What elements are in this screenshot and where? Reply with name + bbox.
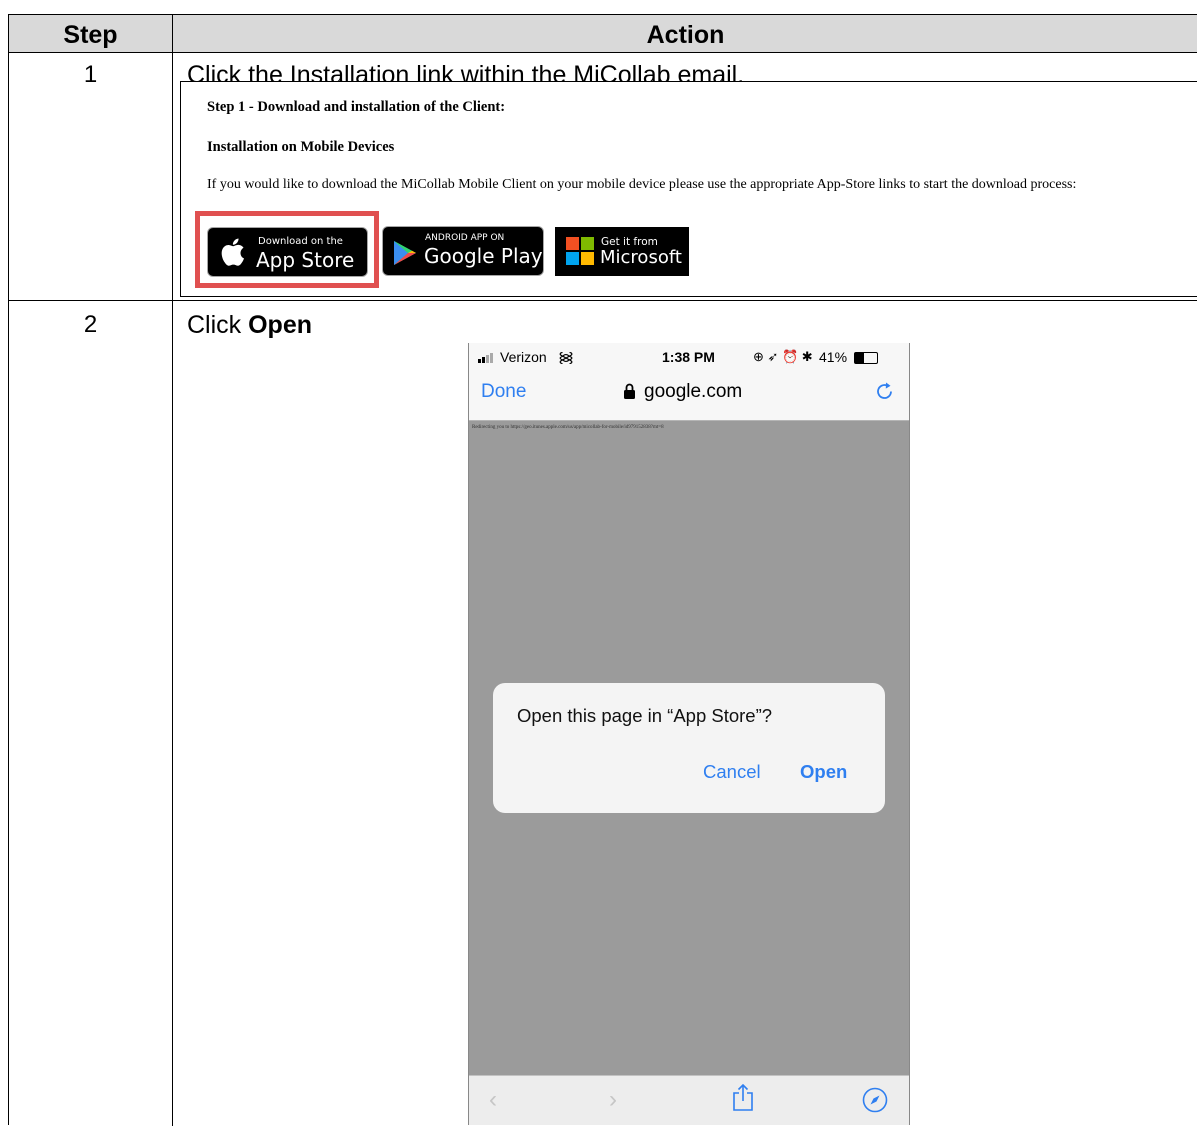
step-2-prefix: Click (187, 311, 249, 339)
email-heading: Step 1 - Download and installation of th… (207, 99, 506, 115)
google-big-text: Google Play (424, 244, 543, 268)
back-icon[interactable]: ‹ (489, 1086, 497, 1114)
signal-icon (478, 353, 494, 363)
compass-icon[interactable] (862, 1087, 888, 1113)
google-play-badge[interactable]: ANDROID APP ON Google Play (382, 226, 544, 276)
microsoft-logo-icon (566, 237, 594, 265)
ms-big-text: Microsoft (600, 247, 682, 268)
done-button[interactable]: Done (481, 381, 526, 403)
clock-label: 1:38 PM (662, 349, 715, 365)
apple-icon (221, 238, 244, 266)
step-2-instruction: Click Open (187, 311, 312, 340)
open-app-dialog: Open this page in “App Store”? Cancel Op… (493, 683, 885, 813)
phone-screenshot: Verizon ᯼ 1:38 PM ⊕ ➶ ⏰ ✱ 41% Done googl… (468, 343, 910, 1125)
safari-toolbar: ‹ › (469, 1075, 909, 1125)
google-small-text: ANDROID APP ON (425, 233, 505, 243)
status-icons: ⊕ ➶ ⏰ ✱ (753, 349, 813, 364)
dialog-cancel-button[interactable]: Cancel (703, 761, 761, 783)
battery-icon (854, 352, 878, 364)
carrier-label: Verizon (500, 349, 547, 365)
url-label[interactable]: google.com (644, 381, 742, 403)
email-subheading: Installation on Mobile Devices (207, 139, 395, 155)
wifi-icon: ᯼ (558, 349, 575, 366)
column-divider (172, 15, 173, 1126)
header-step: Step (63, 21, 118, 49)
step-number-1: 1 (83, 61, 98, 88)
email-body: If you would like to download the MiColl… (207, 177, 1077, 192)
microsoft-badge[interactable]: Get it from Microsoft (555, 227, 689, 276)
apple-big-text: App Store (256, 248, 355, 272)
row-divider (9, 300, 1197, 301)
apple-small-text: Download on the (258, 236, 343, 247)
dialog-open-button[interactable]: Open (800, 761, 847, 783)
dialog-title: Open this page in “App Store”? (517, 705, 773, 726)
lock-icon (624, 383, 635, 399)
step-number-2: 2 (83, 311, 98, 338)
reload-icon[interactable] (875, 382, 895, 402)
app-store-badge[interactable]: Download on the App Store (207, 227, 368, 277)
share-icon[interactable] (732, 1084, 754, 1112)
phone-header: Verizon ᯼ 1:38 PM ⊕ ➶ ⏰ ✱ 41% Done googl… (469, 343, 909, 421)
step-2-bold: Open (248, 311, 313, 339)
email-screenshot: Step 1 - Download and installation of th… (180, 81, 1197, 297)
redirect-text: Redirecting you to https://geo.itunes.ap… (472, 425, 664, 430)
forward-icon[interactable]: › (609, 1086, 617, 1114)
email-double-border (180, 296, 1197, 297)
header-action: Action (646, 21, 725, 49)
battery-label: 41% (819, 349, 848, 365)
table-header: Step Action (9, 15, 1197, 53)
play-icon (394, 241, 416, 265)
